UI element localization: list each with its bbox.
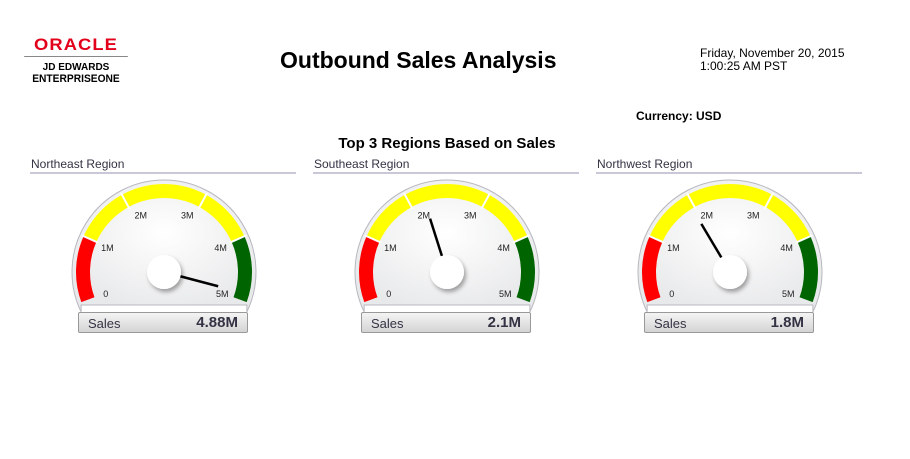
gauge-tick-label: 1M (667, 243, 680, 253)
gauge-value: 1.8M (770, 314, 804, 331)
gauge-card-3: Northwest Region Sales 1.8M 0 1M 2M 3M 4M 5M (596, 157, 862, 337)
gauge: 0 1M 2M 3M 4M 5M (354, 179, 540, 312)
gauge-tick-label: 2M (135, 211, 148, 221)
gauge-tick-label: 0 (386, 289, 391, 299)
gauge-tick-label: 0 (103, 289, 108, 299)
report-timestamp: Friday, November 20, 2015 1:00:25 AM PST (700, 47, 845, 73)
report-time: 1:00:25 AM PST (700, 59, 788, 73)
gauge-tick-label: 5M (782, 289, 795, 299)
gauge-value-label: Sales (654, 316, 687, 331)
gauge-value-label: Sales (371, 316, 404, 331)
gauge-hub (430, 255, 464, 289)
gauge-tick-label: 4M (780, 243, 793, 253)
gauge-value-label: Sales (88, 316, 121, 331)
gauge-value: 2.1M (487, 314, 521, 331)
gauge-card-2: Southeast Region Sales 2.1M 0 1M 2M 3M 4M 5M (313, 157, 579, 337)
region-title: Northwest Region (596, 157, 862, 174)
logo-oracle: ORACLE (24, 36, 128, 57)
gauge-tick-label: 1M (101, 243, 114, 253)
gauge-tick-label: 0 (669, 289, 674, 299)
gauge: 0 1M 2M 3M 4M 5M (637, 179, 823, 312)
logo-jde: JD EDWARDS (42, 62, 110, 73)
gauge-value: 4.88M (196, 314, 238, 331)
section-title: Top 3 Regions Based on Sales (0, 135, 910, 152)
gauge-tick-label: 1M (384, 243, 397, 253)
gauge: 0 1M 2M 3M 4M 5M (71, 179, 257, 312)
gauge-tick-label: 3M (747, 211, 760, 221)
gauge-value-box: Sales 2.1M (361, 312, 531, 333)
oracle-jde-logo: ORACLE JD EDWARDS ENTERPRISEONE (24, 36, 128, 85)
gauge-tick-label: 4M (214, 243, 227, 253)
gauge-tick-label: 2M (418, 211, 431, 221)
gauge-tick-label: 4M (497, 243, 510, 253)
gauge-hub (147, 255, 181, 289)
gauge-tick-label: 3M (464, 211, 477, 221)
gauge-tick-label: 5M (216, 289, 229, 299)
gauge-tick-label: 3M (181, 211, 194, 221)
gauge-tick-label: 5M (499, 289, 512, 299)
gauge-card-1: Northeast Region Sales 4.88M 0 1M 2M 3M 4M 5M (30, 157, 296, 337)
section-title-text: Top 3 Regions Based on Sales (338, 135, 556, 152)
region-title: Northeast Region (30, 157, 296, 174)
logo-enterpriseone: ENTERPRISEONE (32, 73, 120, 85)
gauge-hub (713, 255, 747, 289)
gauge-value-box: Sales 4.88M (78, 312, 248, 333)
page-title: Outbound Sales Analysis (280, 47, 557, 73)
gauge-tick-label: 2M (701, 211, 714, 221)
region-title: Southeast Region (313, 157, 579, 174)
gauge-value-box: Sales 1.8M (644, 312, 814, 333)
currency-label: Currency: USD (636, 109, 722, 123)
